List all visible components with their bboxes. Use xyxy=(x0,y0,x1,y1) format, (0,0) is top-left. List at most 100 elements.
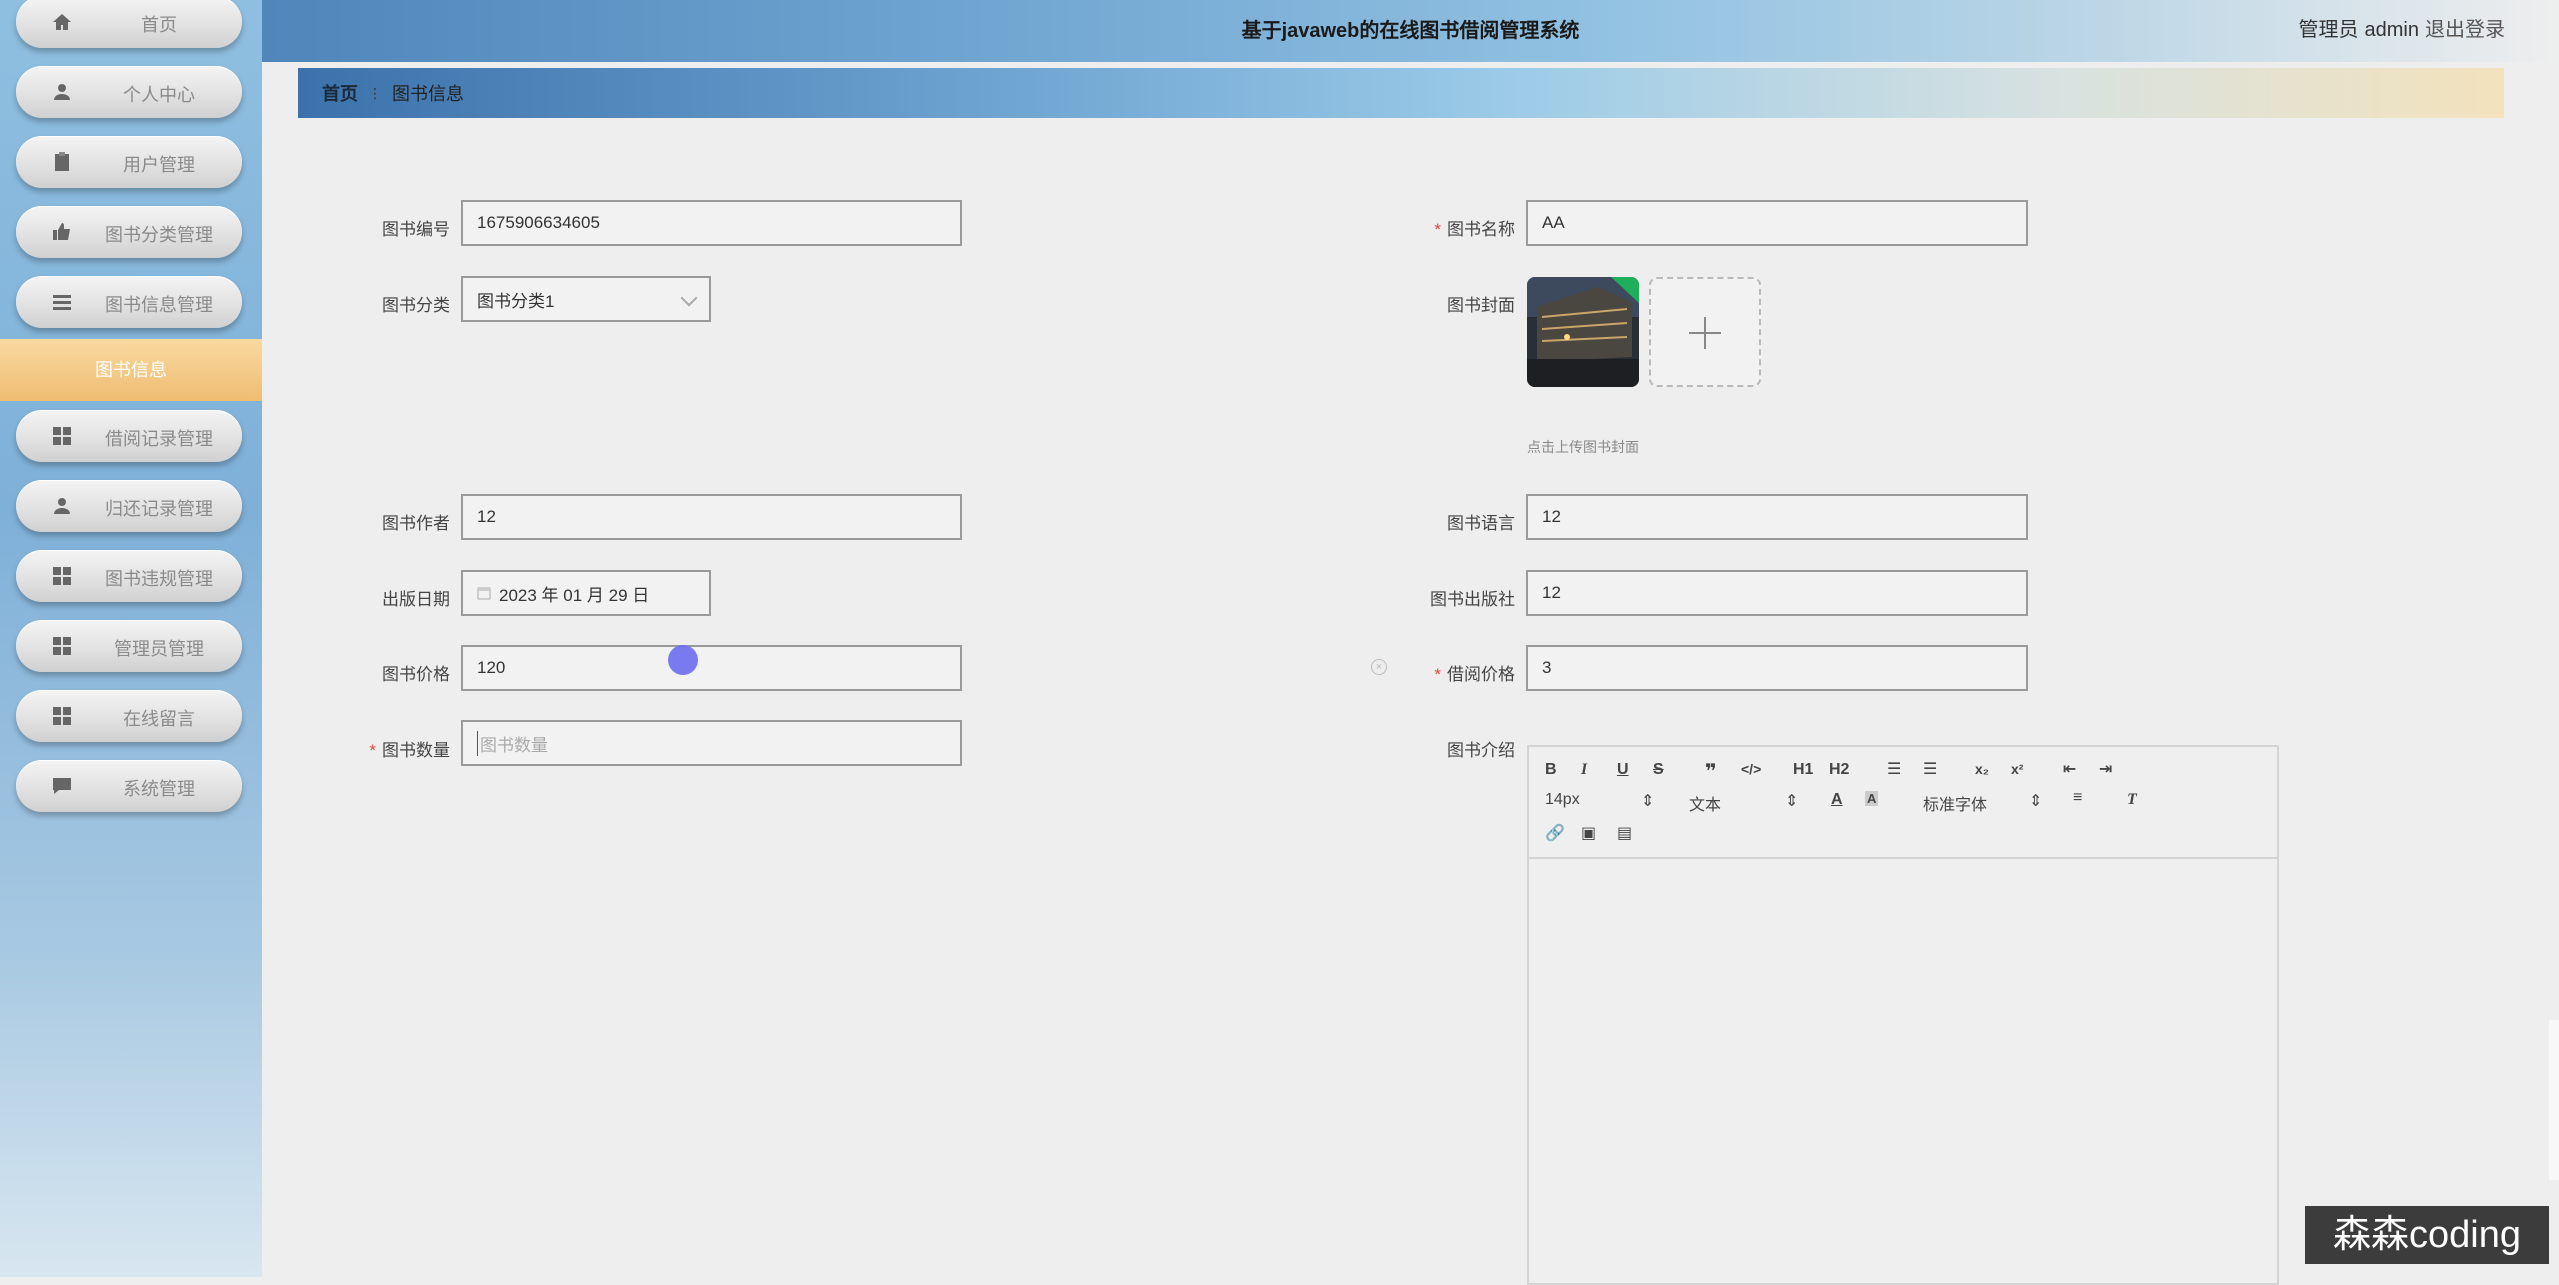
sidebar-item-borrow[interactable]: 借阅记录管理 xyxy=(16,410,242,462)
font-family-select[interactable]: 标准字体 xyxy=(1923,791,1987,815)
indent-icon[interactable]: ⇥ xyxy=(2099,759,2112,779)
chevron-down-icon xyxy=(680,289,698,307)
editor-toolbar: B I U S ❞ </> H1 H2 ☰ ☰ x₂ x² ⇤ ⇥ 14px ⇕… xyxy=(1529,747,2277,859)
breadcrumb-home[interactable]: 首页 xyxy=(322,80,358,106)
sidebar-item-profile[interactable]: 个人中心 xyxy=(16,66,242,118)
price-value: 120 xyxy=(477,658,506,677)
bold-button[interactable]: B xyxy=(1545,761,1557,779)
quantity-input[interactable]: 图书数量 xyxy=(461,720,962,766)
intro-label: 图书介绍 xyxy=(1447,741,1515,760)
sidebar-item-users[interactable]: 用户管理 xyxy=(16,136,242,188)
user-icon xyxy=(54,84,70,100)
user-icon xyxy=(54,498,70,514)
required-mark: * xyxy=(1434,220,1441,239)
category-select[interactable]: 图书分类1 xyxy=(461,276,711,322)
sidebar-item-label: 借阅记录管理 xyxy=(105,429,213,449)
sidebar-item-system[interactable]: 系统管理 xyxy=(16,760,242,812)
sidebar: 首页 个人中心 用户管理 图书分类管理 图书信息管理 图书信息 借阅记录管理 归… xyxy=(0,0,262,1277)
font-color-icon[interactable]: A xyxy=(1831,791,1843,809)
image-icon[interactable]: ▣ xyxy=(1581,823,1596,843)
video-icon[interactable]: ▤ xyxy=(1617,823,1632,843)
link-icon[interactable]: 🔗 xyxy=(1545,823,1565,843)
category-value: 图书分类1 xyxy=(477,291,555,311)
book-no-label: 图书编号 xyxy=(382,220,450,239)
subscript-icon[interactable]: x₂ xyxy=(1975,761,1989,777)
breadcrumb-current: 图书信息 xyxy=(392,84,464,104)
clear-format-icon[interactable]: T xyxy=(2127,791,2137,809)
pub-date-value: 2023 年 01 月 29 日 xyxy=(499,585,650,605)
align-icon[interactable]: ≡ xyxy=(2073,789,2082,807)
sidebar-item-messages[interactable]: 在线留言 xyxy=(16,690,242,742)
pointer-cursor xyxy=(668,645,698,675)
bullet-list-icon[interactable]: ☰ xyxy=(1923,759,1937,779)
sidebar-item-book-info[interactable]: 图书信息管理 xyxy=(16,276,242,328)
rich-text-editor[interactable]: B I U S ❞ </> H1 H2 ☰ ☰ x₂ x² ⇤ ⇥ 14px ⇕… xyxy=(1527,745,2279,1285)
user-name: admin xyxy=(2364,19,2419,41)
superscript-icon[interactable]: x² xyxy=(2011,761,2023,777)
pub-date-picker[interactable]: 2023 年 01 月 29 日 xyxy=(461,570,711,616)
sidebar-item-category[interactable]: 图书分类管理 xyxy=(16,206,242,258)
language-label: 图书语言 xyxy=(1447,514,1515,533)
category-label: 图书分类 xyxy=(382,296,450,315)
book-name-input[interactable]: AA xyxy=(1526,200,2028,246)
sidebar-item-violation[interactable]: 图书违规管理 xyxy=(16,550,242,602)
quantity-label: * 图书数量 xyxy=(300,736,450,761)
font-family-updown-icon: ⇕ xyxy=(2029,793,2043,810)
author-input[interactable]: 12 xyxy=(461,494,962,540)
sidebar-item-label: 在线留言 xyxy=(123,709,195,729)
price-label: 图书价格 xyxy=(382,665,450,684)
grid-icon xyxy=(53,637,71,655)
required-mark: * xyxy=(369,741,376,760)
scrollbar[interactable] xyxy=(2549,1020,2559,1180)
sidebar-subitem-book-info[interactable]: 图书信息 xyxy=(0,339,262,401)
paragraph-select[interactable]: 文本 xyxy=(1689,791,1721,815)
book-no-value: 1675906634605 xyxy=(477,213,600,232)
price-input[interactable]: 120 xyxy=(461,645,962,691)
italic-button[interactable]: I xyxy=(1581,761,1587,779)
outdent-icon[interactable]: ⇤ xyxy=(2063,759,2076,779)
book-no-input[interactable]: 1675906634605 xyxy=(461,200,962,246)
h1-button[interactable]: H1 xyxy=(1793,761,1813,779)
ordered-list-icon[interactable]: ☰ xyxy=(1887,759,1901,779)
book-name-label: * 图书名称 xyxy=(1365,215,1515,240)
quantity-placeholder: 图书数量 xyxy=(477,730,548,756)
sidebar-item-label: 归还记录管理 xyxy=(105,499,213,519)
publisher-value: 12 xyxy=(1542,583,1561,602)
required-mark: * xyxy=(1434,665,1441,684)
cover-upload-button[interactable] xyxy=(1649,277,1761,387)
cover-photo-image xyxy=(1527,277,1639,387)
borrow-price-label-text: 借阅价格 xyxy=(1447,665,1515,684)
calendar-icon xyxy=(477,587,491,600)
blockquote-icon[interactable]: ❞ xyxy=(1705,759,1717,784)
sidebar-item-label: 个人中心 xyxy=(123,85,195,105)
cover-thumbnail[interactable] xyxy=(1527,277,1639,387)
strike-button[interactable]: S xyxy=(1653,761,1664,779)
plus-icon xyxy=(1689,317,1721,349)
sidebar-item-label: 图书信息管理 xyxy=(105,295,213,315)
paragraph-updown-icon: ⇕ xyxy=(1785,793,1799,810)
logout-link[interactable]: 退出登录 xyxy=(2425,19,2505,41)
thumbs-up-icon xyxy=(53,223,70,240)
sidebar-item-return[interactable]: 归还记录管理 xyxy=(16,480,242,532)
code-icon[interactable]: </> xyxy=(1741,761,1761,777)
sidebar-item-label: 系统管理 xyxy=(123,779,195,799)
sidebar-item-label: 管理员管理 xyxy=(114,639,204,659)
top-header: 基于javaweb的在线图书借阅管理系统 管理员 admin 退出登录 xyxy=(262,0,2559,62)
borrow-price-input[interactable]: 3 xyxy=(1526,645,2028,691)
language-value: 12 xyxy=(1542,507,1561,526)
language-input[interactable]: 12 xyxy=(1526,494,2028,540)
publisher-input[interactable]: 12 xyxy=(1526,570,2028,616)
sidebar-item-admin[interactable]: 管理员管理 xyxy=(16,620,242,672)
user-role: 管理员 xyxy=(2298,19,2359,41)
font-size-select[interactable]: 14px xyxy=(1545,791,1580,809)
underline-button[interactable]: U xyxy=(1617,761,1629,779)
h2-button[interactable]: H2 xyxy=(1829,761,1849,779)
grid-icon xyxy=(53,567,71,585)
home-icon xyxy=(53,14,71,30)
app-title: 基于javaweb的在线图书借阅管理系统 xyxy=(1241,20,1580,42)
borrow-price-value: 3 xyxy=(1542,658,1552,677)
background-color-icon[interactable]: A xyxy=(1865,791,1879,806)
publisher-label: 图书出版社 xyxy=(1430,590,1515,609)
sidebar-item-home[interactable]: 首页 xyxy=(16,0,242,48)
author-label: 图书作者 xyxy=(382,514,450,533)
